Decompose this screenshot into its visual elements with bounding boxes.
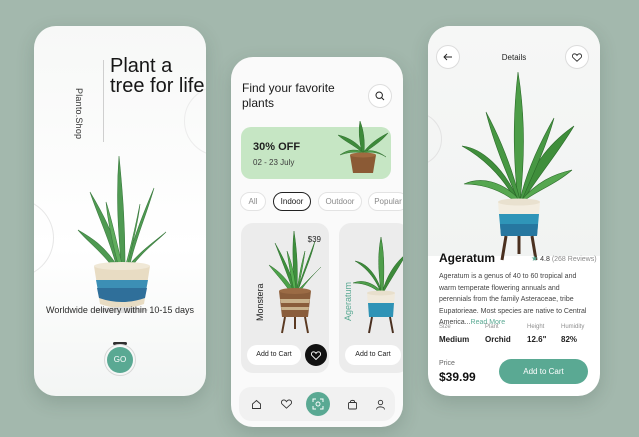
nav-favorites[interactable] [277, 395, 295, 413]
rating: ★ 4.8 (268 Reviews) [531, 254, 597, 263]
promo-dates: 02 - 23 July [253, 158, 295, 167]
home-icon [251, 399, 261, 409]
rating-value: 4.8 [540, 256, 550, 263]
heart-icon [280, 399, 292, 409]
spec-row: Size Medium Plant Orchid Height 12.6" Hu… [439, 324, 594, 354]
spec-value: Orchid [485, 335, 511, 344]
star-icon: ★ [531, 254, 539, 263]
product-card[interactable]: $39 Monstera Add to Cart [241, 223, 329, 373]
add-to-cart-button[interactable]: Add to Cart [247, 345, 301, 365]
add-to-cart-button[interactable]: Add to Cart [345, 345, 401, 365]
description-text: Ageratum is a genus of 40 to 60 tropical… [439, 273, 587, 326]
promo-plant-image [337, 120, 389, 173]
home-screen: Find your favorite plants 30% OFF 02 - 2… [231, 57, 403, 427]
product-name: Ageratum [439, 251, 496, 265]
product-price: $39 [307, 235, 321, 244]
decorative-circle [34, 198, 54, 278]
promo-banner[interactable]: 30% OFF 02 - 23 July [241, 120, 391, 179]
chip-outdoor[interactable]: Outdoor [318, 192, 362, 211]
user-icon [375, 399, 385, 410]
spec-value: Medium [439, 335, 470, 344]
product-card[interactable]: Ageratum Add to Cart [339, 223, 403, 373]
spec-label: Height [527, 324, 545, 330]
spec-value: 12.6" [527, 335, 547, 344]
nav-scan[interactable] [306, 392, 330, 416]
nav-home[interactable] [247, 395, 265, 413]
chip-all[interactable]: All [240, 192, 266, 211]
spec-label: Humidity [561, 324, 585, 330]
spec-label: Size [439, 324, 451, 330]
divider [103, 60, 104, 142]
spec-height: Height 12.6" [527, 324, 546, 344]
heart-icon [311, 350, 321, 360]
heart-icon [572, 52, 582, 62]
spec-label: Plant [485, 324, 499, 330]
favorite-button[interactable] [305, 344, 327, 366]
add-to-cart-button[interactable]: Add to Cart [499, 359, 588, 384]
search-button[interactable] [368, 84, 392, 108]
spec-humidity: Humidity 82% [561, 324, 584, 344]
review-count: (268 Reviews) [551, 256, 597, 263]
promo-title: 30% OFF [253, 141, 301, 153]
bag-icon [347, 399, 357, 409]
spec-plant: Plant Orchid [485, 324, 511, 344]
bottom-nav [239, 387, 395, 421]
details-screen: Details Ageratum ★ 4.8 (268 Reviews) Age… [428, 26, 600, 396]
delivery-text: Worldwide delivery within 10-15 days [46, 305, 194, 315]
splash-screen: Planto.Shop Plant a tree for life Worldw… [34, 26, 206, 396]
brand-name: Planto.Shop [74, 88, 84, 140]
price-value: $39.99 [439, 370, 476, 384]
go-button[interactable]: GO [107, 347, 133, 373]
spec-size: Size Medium [439, 324, 469, 344]
nav-profile[interactable] [371, 395, 389, 413]
page-title: Find your favorite plants [242, 81, 335, 110]
product-name: Monstera [255, 283, 265, 321]
chip-indoor[interactable]: Indoor [273, 192, 311, 211]
snake-plant-image [77, 155, 167, 313]
chip-popular[interactable]: Popular [368, 192, 403, 211]
search-icon [375, 91, 385, 101]
category-chips: All Indoor Outdoor Popular [240, 192, 403, 212]
ageratum-plant-image [353, 236, 403, 334]
product-description: Ageratum is a genus of 40 to 60 tropical… [439, 271, 591, 329]
price-label: Price [439, 360, 455, 367]
spec-value: 82% [561, 335, 578, 344]
product-name: Ageratum [343, 281, 353, 321]
nav-cart[interactable] [343, 395, 361, 413]
scan-icon [312, 398, 324, 410]
headline: Plant a tree for life [110, 55, 205, 97]
ageratum-plant-image [461, 71, 575, 261]
